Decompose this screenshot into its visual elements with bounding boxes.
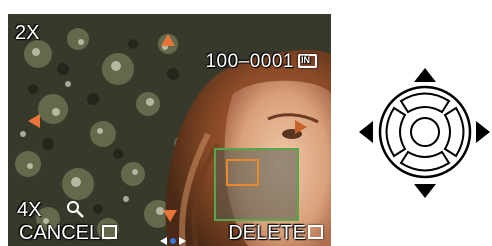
cancel-label: CANCEL: [19, 222, 101, 244]
up-arrow-icon: [414, 68, 436, 82]
play-indicator-icon: [160, 237, 186, 245]
file-number-display: 100–0001 IN: [205, 52, 317, 71]
pan-down-arrow-icon: [163, 210, 177, 222]
pan-right-arrow-icon: [295, 120, 307, 134]
cancel-button-hint: CANCEL: [19, 222, 118, 244]
trash-icon: [308, 225, 323, 239]
display-button-icon: [102, 225, 118, 239]
down-arrow-icon: [414, 184, 436, 198]
camera-lcd-screen: 2X 100–0001 IN 4X CANCEL DELETE: [8, 14, 331, 246]
delete-label: DELETE: [228, 222, 306, 244]
zoom-position-frame: [226, 159, 259, 186]
zoom-navigator-box: [214, 148, 299, 221]
left-arrow-icon: [359, 121, 373, 143]
magnifier-icon: [67, 201, 84, 218]
zoom-level-indicator: 2X: [15, 22, 40, 44]
pan-up-arrow-icon: [161, 34, 175, 46]
zoom-step-label: 4X: [17, 199, 42, 221]
right-arrow-icon: [476, 121, 490, 143]
delete-button-hint: DELETE: [228, 223, 323, 243]
pan-left-arrow-icon: [28, 114, 40, 128]
memory-badge-label: IN: [301, 55, 310, 65]
cursor-key-pad-icon: [359, 68, 490, 198]
file-number: 100–0001: [205, 51, 294, 72]
built-in-memory-icon: IN: [298, 54, 317, 68]
